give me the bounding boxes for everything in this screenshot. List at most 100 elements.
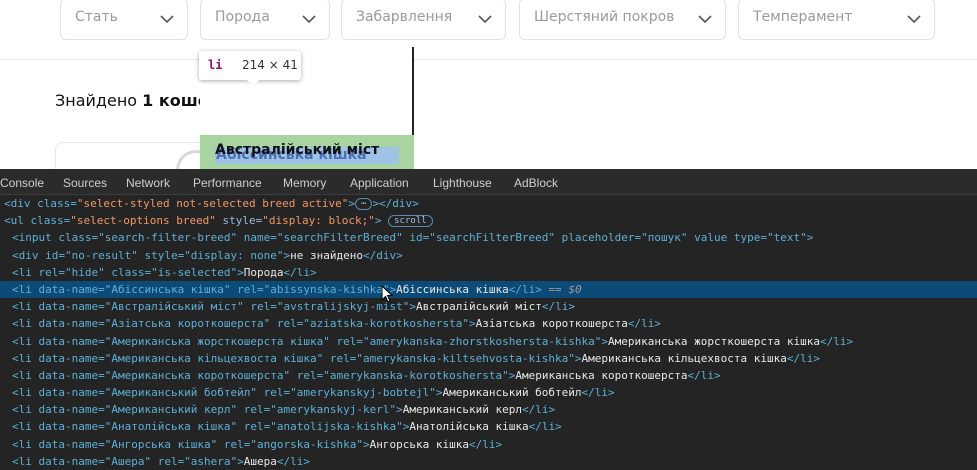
- tab-network[interactable]: Network: [126, 176, 170, 190]
- code-tag: </li>: [468, 437, 503, 451]
- code-tag: <li data-name="Американський керл" rel="…: [12, 403, 403, 417]
- filter-breed-select[interactable]: Порода: [200, 0, 330, 40]
- code-tag: </li>: [541, 300, 575, 314]
- filter-sex-select[interactable]: Стать: [60, 0, 188, 40]
- code-tag: <div id="no-result" style="display: none…: [12, 248, 291, 262]
- code-attr-value: "select-styled not-selected breed active…: [76, 197, 349, 210]
- dom-node[interactable]: <li data-name="Американський керл" rel="…: [0, 401, 977, 418]
- code-text: не знайдено: [290, 248, 364, 262]
- code-tag: <li data-name="Ангорська кішка" rel="ang…: [12, 437, 370, 451]
- code-text: Американська жорсткошерста кішка: [608, 334, 820, 348]
- filter-label: Стать: [75, 9, 118, 25]
- code-tag: <li data-name="Ашера" rel="ashera">: [12, 454, 244, 468]
- dom-node[interactable]: <input class="search-filter-breed" name=…: [0, 229, 977, 246]
- code-attr-value: "display: block;": [262, 214, 375, 228]
- code-tag: ></div>: [372, 197, 419, 210]
- dom-node[interactable]: <li data-name="Анатолійська кішка" rel="…: [0, 418, 977, 435]
- mouse-cursor-icon: [381, 285, 393, 303]
- code-text: Американська кільцехвоста кішка: [581, 351, 787, 365]
- code-text: <input class="search-filter-breed" name=…: [12, 231, 814, 245]
- dom-node[interactable]: <li data-name="Американська короткошерст…: [0, 367, 977, 384]
- filter-label: Порода: [215, 9, 270, 25]
- tab-sources[interactable]: Sources: [63, 176, 107, 190]
- code-tag: >: [348, 197, 356, 210]
- tab-lighthouse[interactable]: Lighthouse: [433, 176, 492, 190]
- results-count-value: 1 коше: [142, 91, 209, 110]
- dom-node[interactable]: <li data-name="Ангорська кішка" rel="ang…: [0, 436, 977, 453]
- chevron-down-icon: [698, 15, 712, 24]
- code-text: Ангорська кішка: [369, 437, 469, 451]
- code-tag: </li>: [687, 368, 721, 382]
- code-tag: </li>: [627, 317, 662, 331]
- dom-node[interactable]: <li data-name="Азіатська короткошерста" …: [0, 315, 977, 332]
- code-tag: </li>: [819, 334, 854, 348]
- code-text: Анатолійська кішка: [409, 420, 529, 434]
- devtools-tabbar: Console Sources Network Performance Memo…: [0, 169, 977, 195]
- filter-label: Забарвлення: [356, 9, 453, 25]
- code-tag: </li>: [508, 282, 542, 296]
- dom-node[interactable]: <li rel="hide" class="is-selected">Пород…: [0, 264, 977, 281]
- code-tag: <li data-name="Азіатська короткошерста" …: [12, 317, 476, 331]
- code-text: Американський бобтейл: [442, 386, 582, 400]
- tab-application[interactable]: Application: [350, 176, 409, 190]
- tab-console[interactable]: Console: [0, 176, 44, 190]
- code-text: Австралійський міст: [415, 300, 542, 314]
- chevron-down-icon: [907, 15, 921, 24]
- code-tag: <li data-name="Абіссинська кішка" rel="a…: [12, 282, 397, 296]
- filter-coat-select[interactable]: Шерстяний покров: [519, 0, 726, 40]
- code-tag: <li data-name="Американська кільцехвоста…: [12, 351, 582, 365]
- code-tag: </li>: [276, 454, 311, 468]
- code-tag: <li data-name="Анатолійська кішка" rel="…: [12, 420, 410, 434]
- tab-adblock[interactable]: AdBlock: [514, 176, 558, 190]
- tab-memory[interactable]: Memory: [283, 176, 326, 190]
- code-tag: </li>: [786, 351, 820, 365]
- tooltip-size: 214 × 41: [242, 58, 298, 72]
- dom-node-selected[interactable]: <li data-name="Абіссинська кішка" rel="a…: [0, 280, 977, 299]
- tab-performance[interactable]: Performance: [193, 176, 262, 190]
- code-text: Американська короткошерста: [515, 368, 688, 382]
- tooltip-tag: li: [208, 58, 223, 72]
- dom-node[interactable]: <ul class="select-options breed" style="…: [0, 212, 977, 229]
- code-text: Абіссинська кішка: [396, 282, 509, 296]
- code-text: Азіатська короткошерста: [475, 317, 628, 331]
- code-tag: <li data-name="Американська жорсткошерст…: [12, 334, 609, 348]
- dom-node[interactable]: <li data-name="Американська жорсткошерст…: [0, 333, 977, 350]
- dropdown-option[interactable]: Австралійський міст: [215, 142, 379, 158]
- dom-node[interactable]: <div class="select-styled not-selected b…: [0, 195, 977, 212]
- devtools-panel: Console Sources Network Performance Memo…: [0, 169, 977, 470]
- code-attr-value: "select-options breed": [70, 214, 216, 228]
- code-tag: >: [374, 214, 382, 228]
- filter-label: Темперамент: [753, 9, 853, 25]
- code-tag: </div>: [363, 248, 403, 262]
- results-prefix: Знайдено: [55, 91, 138, 110]
- dom-node[interactable]: <li data-name="Ашера" rel="ashera">Ашера…: [0, 453, 977, 470]
- console-ref: == $0: [541, 282, 582, 296]
- dom-node[interactable]: <li data-name="Американський бобтейл" re…: [0, 384, 977, 401]
- ellipsis-badge[interactable]: ⋯: [355, 198, 373, 210]
- filter-color-select[interactable]: Забарвлення: [341, 0, 506, 40]
- code-text: Порода: [243, 265, 284, 279]
- code-tag: <li data-name="Американський бобтейл" re…: [12, 386, 443, 400]
- elements-tree: <div class="select-styled not-selected b…: [0, 195, 977, 470]
- code-text: Американський керл: [402, 403, 522, 417]
- inspect-tooltip: li 214 × 41: [199, 51, 301, 80]
- code-tag: </li>: [581, 386, 615, 400]
- code-tag: </li>: [521, 403, 556, 417]
- code-tag: <div class=: [4, 197, 77, 210]
- code-tag: <li data-name="Американська короткошерст…: [12, 368, 516, 382]
- chevron-down-icon: [160, 15, 174, 24]
- scroll-badge[interactable]: scroll: [388, 215, 433, 228]
- filter-bar: Стать Порода Забарвлення Шерстяний покро…: [0, 0, 977, 60]
- code-attr: style=: [215, 214, 263, 228]
- code-tag: <ul class=: [4, 214, 71, 228]
- results-count: Знайдено 1 коше: [55, 91, 209, 110]
- tooltip-arrow: [246, 79, 260, 86]
- dom-node[interactable]: <li data-name="Австралійський міст" rel=…: [0, 298, 977, 315]
- chevron-down-icon: [302, 15, 316, 24]
- filter-temperament-select[interactable]: Темперамент: [738, 0, 935, 40]
- dom-node[interactable]: <li data-name="Американська кільцехвоста…: [0, 350, 977, 367]
- code-tag: </li>: [528, 420, 562, 434]
- chevron-down-icon: [478, 15, 492, 24]
- dom-node[interactable]: <div id="no-result" style="display: none…: [0, 247, 977, 264]
- code-text: Ашера: [243, 454, 277, 468]
